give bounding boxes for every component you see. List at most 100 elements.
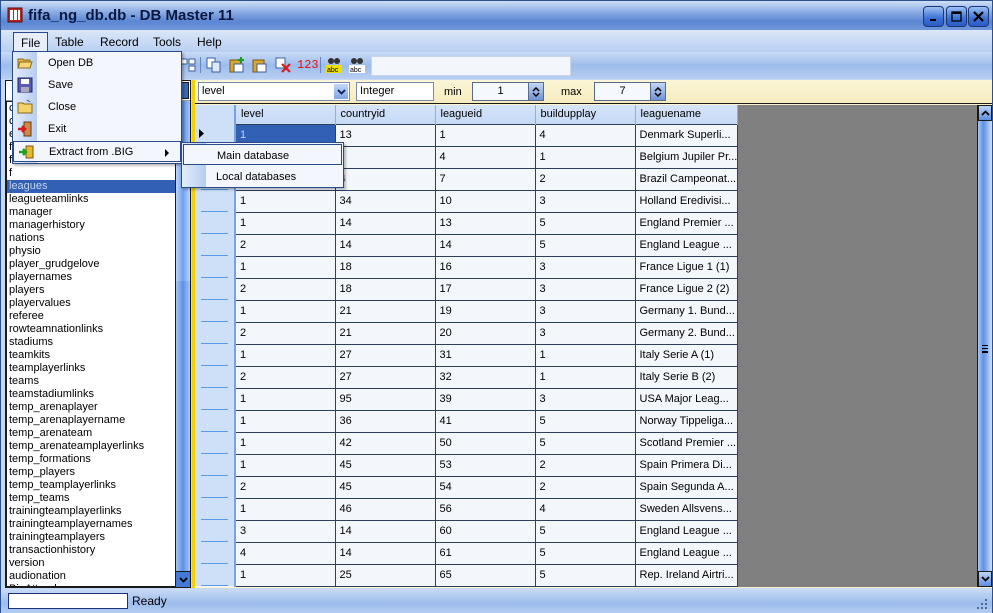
grid-cell-level[interactable]: 2 xyxy=(234,475,336,499)
table-list-item[interactable]: leagues xyxy=(7,180,175,193)
table-list-item[interactable]: temp_arenateamplayerlinks xyxy=(7,440,175,453)
grid-cell-level[interactable]: 2 xyxy=(234,321,336,345)
grid-cell-buildupplay[interactable]: 5 xyxy=(534,233,636,257)
grid-cell-countryid[interactable]: 14 xyxy=(334,541,436,565)
grid-cell-level[interactable]: 1 xyxy=(234,453,336,477)
scroll-up-button[interactable] xyxy=(978,105,992,121)
grid-cell-leaguename[interactable]: France Ligue 1 (1) xyxy=(634,255,739,279)
field-select-dropdown-button[interactable] xyxy=(334,84,348,99)
grid-cell-countryid[interactable]: 46 xyxy=(334,497,436,521)
grid-cell-level[interactable]: 1 xyxy=(234,211,336,235)
grid-cell-buildupplay[interactable]: 5 xyxy=(534,519,636,543)
grid-cell-countryid[interactable]: 14 xyxy=(334,211,436,235)
grid-cell-leaguename[interactable]: England League ... xyxy=(634,519,739,543)
row-header[interactable] xyxy=(195,498,236,520)
grid-cell-countryid[interactable]: 14 xyxy=(334,519,436,543)
grid-cell-level[interactable]: 3 xyxy=(234,519,336,543)
row-header[interactable] xyxy=(195,278,236,300)
table-row[interactable]: 2 21 20 3 Germany 2. Bund... xyxy=(195,321,739,345)
table-row[interactable]: 3 14 60 5 England League ... xyxy=(195,519,739,543)
field-select[interactable]: level xyxy=(198,82,350,101)
row-header-corner[interactable] xyxy=(195,105,236,124)
column-header-level[interactable]: level xyxy=(235,105,336,124)
grid-cell-leaguename[interactable]: Rep. Ireland Airtri... xyxy=(634,563,739,587)
grid-cell-leaguename[interactable]: Scotland Premier ... xyxy=(634,431,739,455)
table-list-item[interactable]: players xyxy=(7,284,175,297)
table-list-item[interactable]: physio xyxy=(7,245,175,258)
max-value[interactable]: 7 xyxy=(595,85,650,97)
grid-cell-countryid[interactable]: 34 xyxy=(334,189,436,213)
grid-cell-leagueid[interactable]: 41 xyxy=(434,409,536,433)
grid-cell-leaguename[interactable]: Denmark Superli... xyxy=(634,123,739,147)
grid-cell-countryid[interactable]: 42 xyxy=(334,431,436,455)
row-header[interactable] xyxy=(195,432,236,454)
paste-add-icon[interactable] xyxy=(228,56,246,74)
table-list-item[interactable]: temp_arenateam xyxy=(7,427,175,440)
grid-cell-level[interactable]: 2 xyxy=(234,233,336,257)
row-header[interactable] xyxy=(195,300,236,322)
menu-item-close[interactable]: Close xyxy=(13,97,181,118)
grid-cell-leaguename[interactable]: Germany 2. Bund... xyxy=(634,321,739,345)
table-list-item[interactable]: teamplayerlinks xyxy=(7,362,175,375)
menu-item-extract-from-big[interactable]: Extract from .BIG xyxy=(13,141,181,162)
row-header[interactable] xyxy=(195,454,236,476)
find-next-abc-icon[interactable]: abc xyxy=(348,56,366,74)
tables-list[interactable]: ccefffleaguesleagueteamlinksmanagermanag… xyxy=(6,101,176,587)
min-value[interactable]: 1 xyxy=(473,85,528,97)
table-list-item[interactable]: transactionhistory xyxy=(7,544,175,557)
table-list-item[interactable]: BigAttendance xyxy=(7,583,175,586)
table-list-item[interactable]: leagueteamlinks xyxy=(7,193,175,206)
grid-cell-leagueid[interactable]: 31 xyxy=(434,343,536,367)
table-row[interactable]: 1 14 13 5 England Premier ... xyxy=(195,211,739,235)
grid-cell-leaguename[interactable]: Norway Tippeliga... xyxy=(634,409,739,433)
table-row[interactable]: 1 18 16 3 France Ligue 1 (1) xyxy=(195,255,739,279)
table-row[interactable]: 1 25 65 5 Rep. Ireland Airtri... xyxy=(195,563,739,587)
grid-cell-buildupplay[interactable]: 5 xyxy=(534,563,636,587)
grid-cell-level[interactable]: 1 xyxy=(234,431,336,455)
table-row[interactable]: 1 46 56 4 Sweden Allsvens... xyxy=(195,497,739,521)
table-list-item[interactable]: nations xyxy=(7,232,175,245)
grid-cell-countryid[interactable] xyxy=(334,145,436,169)
grid-cell-buildupplay[interactable]: 3 xyxy=(534,299,636,323)
menu-item-open-db[interactable]: Open DB xyxy=(13,53,181,74)
grid-cell-leagueid[interactable]: 14 xyxy=(434,233,536,257)
grid-cell-countryid[interactable]: 14 xyxy=(334,233,436,257)
table-row[interactable]: 1 27 31 1 Italy Serie A (1) xyxy=(195,343,739,367)
table-list-item[interactable]: temp_players xyxy=(7,466,175,479)
minimize-button[interactable] xyxy=(923,6,944,27)
grid-cell-buildupplay[interactable]: 3 xyxy=(534,277,636,301)
column-header-countryid[interactable]: countryid xyxy=(335,105,436,124)
table-list-item[interactable]: audionation xyxy=(7,570,175,583)
menu-item-exit[interactable]: Exit xyxy=(13,119,181,140)
grid-cell-leaguename[interactable]: Spain Segunda A... xyxy=(634,475,739,499)
menu-help[interactable]: Help xyxy=(190,32,229,52)
grid-cell-leagueid[interactable]: 20 xyxy=(434,321,536,345)
row-header[interactable] xyxy=(195,366,236,388)
row-header[interactable] xyxy=(195,344,236,366)
column-header-leaguename[interactable]: leaguename xyxy=(635,105,739,124)
grid-cell-level[interactable]: 1 xyxy=(234,387,336,411)
grid-cell-buildupplay[interactable]: 1 xyxy=(534,365,636,389)
grid-cell-buildupplay[interactable]: 5 xyxy=(534,409,636,433)
close-button[interactable] xyxy=(968,6,989,27)
table-list-item[interactable]: trainingteamplayers xyxy=(7,531,175,544)
row-header[interactable] xyxy=(195,322,236,344)
table-list-item[interactable]: referee xyxy=(7,310,175,323)
chevron-down-icon[interactable] xyxy=(654,91,662,97)
grid-cell-leagueid[interactable]: 4 xyxy=(434,145,536,169)
table-list-item[interactable]: temp_teams xyxy=(7,492,175,505)
menu-file[interactable]: File xyxy=(13,32,49,52)
grid-cell-buildupplay[interactable]: 4 xyxy=(534,123,636,147)
grid-cell-leagueid[interactable]: 50 xyxy=(434,431,536,455)
grid-cell-leagueid[interactable]: 1 xyxy=(434,123,536,147)
table-row[interactable]: 1 36 41 5 Norway Tippeliga... xyxy=(195,409,739,433)
grid-cell-buildupplay[interactable]: 2 xyxy=(534,453,636,477)
find-abc-icon[interactable]: abc xyxy=(325,56,343,74)
grid-cell-leaguename[interactable]: Brazil Campeonat... xyxy=(634,167,739,191)
grid-cell-countryid[interactable]: 36 xyxy=(334,409,436,433)
menu-record[interactable]: Record xyxy=(93,32,146,52)
row-header[interactable] xyxy=(195,234,236,256)
row-header[interactable] xyxy=(195,388,236,410)
grid-cell-leaguename[interactable]: England League ... xyxy=(634,233,739,257)
grid-cell-leagueid[interactable]: 32 xyxy=(434,365,536,389)
